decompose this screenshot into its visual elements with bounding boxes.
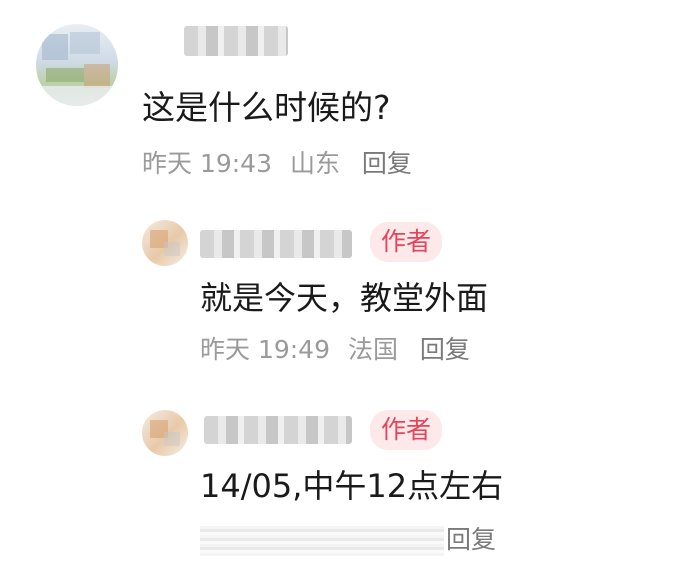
comment-location: 山东: [289, 149, 340, 178]
reply-button[interactable]: 回复: [362, 149, 412, 178]
reply-button[interactable]: 回复: [446, 522, 496, 558]
comment-location: 法国: [347, 335, 398, 364]
comment-thread: 这是什么时候的? 昨天 19:43 山东 回复 作者 就是今天，教堂外面 昨天 …: [0, 0, 690, 587]
comment-time: 昨天 19:43: [142, 149, 272, 178]
user-avatar[interactable]: [36, 24, 118, 106]
author-badge: 作者: [370, 222, 442, 262]
user-avatar[interactable]: [142, 220, 188, 266]
author-badge: 作者: [370, 410, 442, 450]
comment-time: 昨天 19:49: [200, 335, 330, 364]
user-avatar[interactable]: [142, 410, 188, 456]
reply-button[interactable]: 回复: [420, 335, 470, 364]
comment-text: 就是今天，教堂外面: [200, 279, 489, 317]
blurred-username[interactable]: [204, 416, 352, 444]
blurred-username[interactable]: [200, 230, 352, 258]
redacted-meta: [200, 526, 444, 556]
comment-meta: 昨天 19:49 法国 回复: [200, 332, 470, 368]
comment-text: 这是什么时候的?: [142, 88, 391, 127]
comment-meta: 昨天 19:43 山东 回复: [142, 146, 412, 182]
comment-text: 14/05,中午12点左右: [200, 467, 504, 505]
blurred-username[interactable]: [184, 26, 288, 56]
